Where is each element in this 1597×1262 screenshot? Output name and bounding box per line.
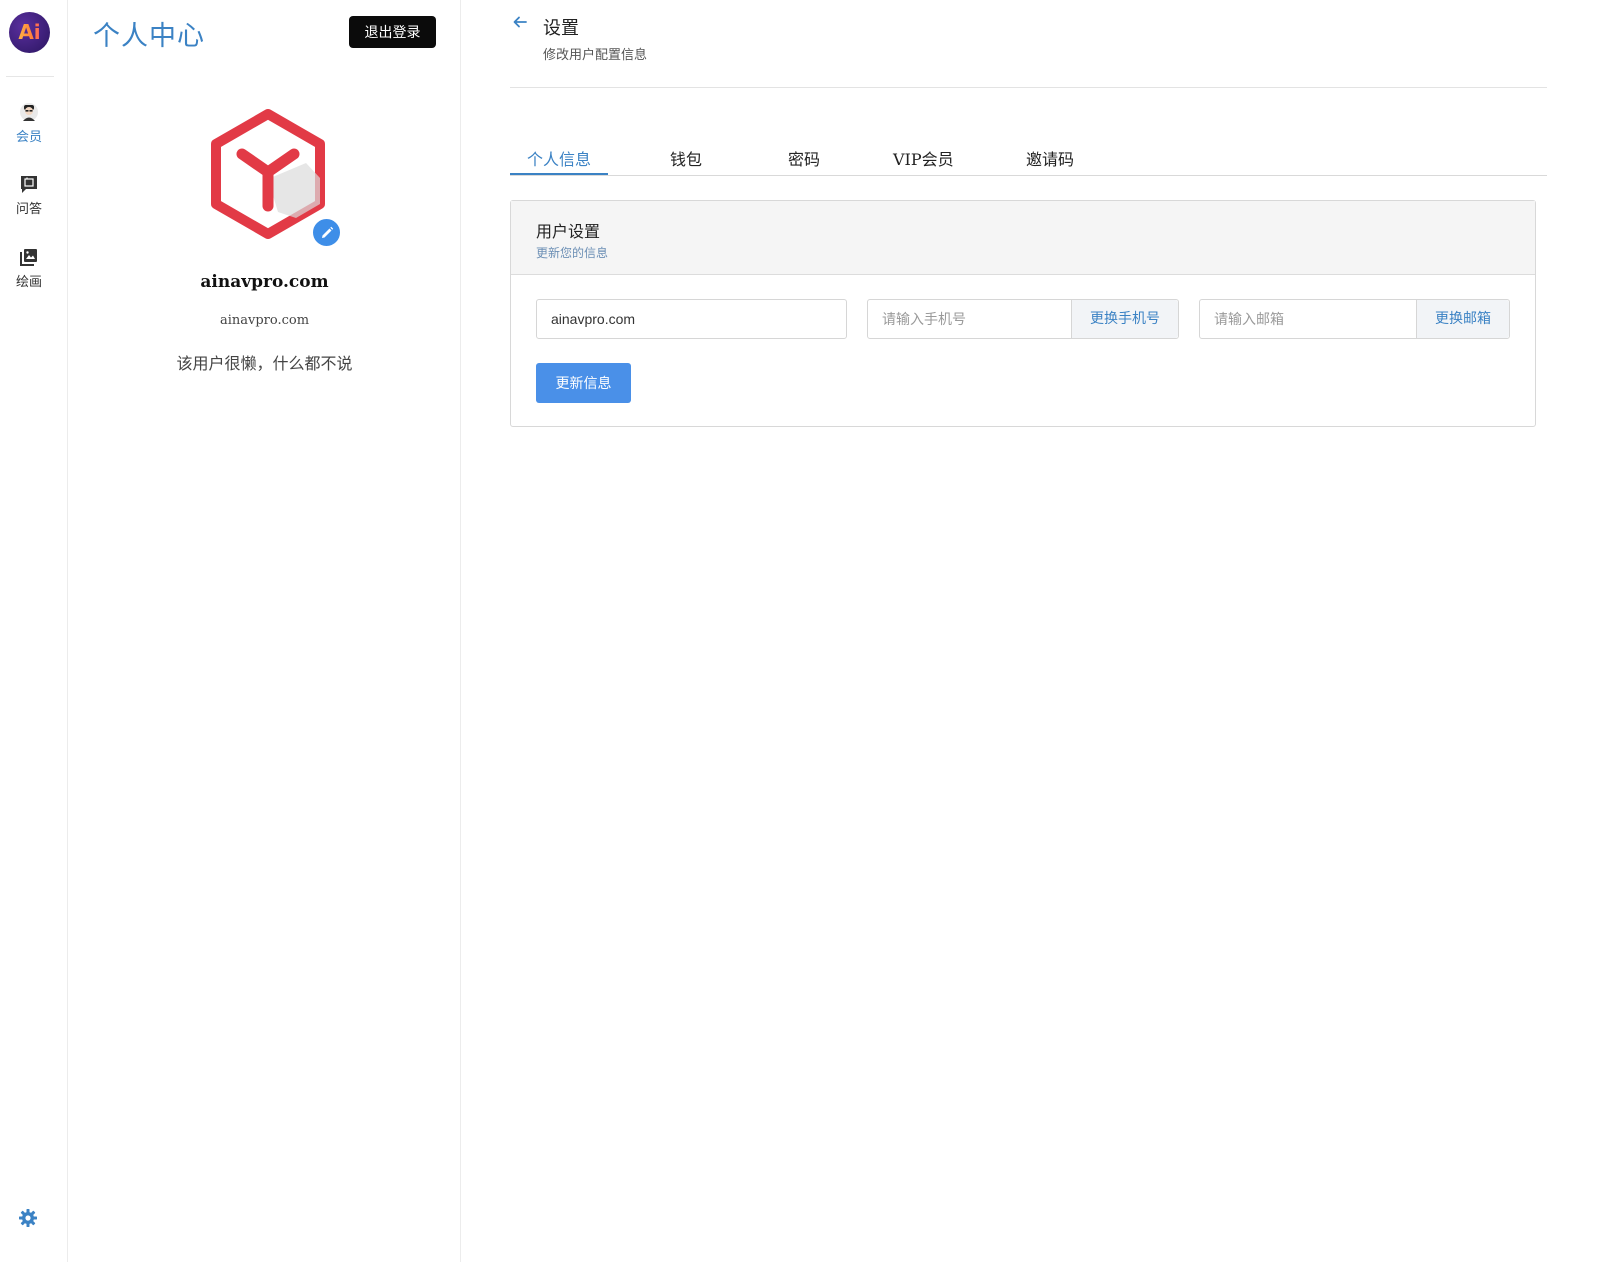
phone-field-group: 更换手机号 [867,299,1179,339]
rail-item-label: 绘画 [15,275,42,290]
active-tab-indicator [510,173,608,175]
tab-personal-info[interactable]: 个人信息 [527,146,591,170]
phone-input[interactable] [868,300,1071,338]
edit-avatar-button[interactable] [311,217,342,248]
rail-item-label: 会员 [15,130,42,145]
header-divider [510,87,1547,88]
page-title: 设置 [543,18,579,39]
email-field-group: 更换邮箱 [1199,299,1510,339]
profile-name: ainavpro.com [200,272,329,292]
member-avatar-icon [20,103,38,121]
update-info-button[interactable]: 更新信息 [536,363,631,403]
app-logo[interactable]: Ai [9,12,50,53]
tab-password[interactable]: 密码 [788,146,820,170]
pencil-icon [322,226,334,238]
settings-tabs: 个人信息 钱包 密码 VIP会员 邀请码 [510,138,1547,176]
profile-panel: 个人中心 退出登录 ainavpro.com ainavpro.com 该用户很… [68,0,461,1262]
tab-invite-code[interactable]: 邀请码 [1026,146,1074,170]
tab-vip[interactable]: VIP会员 [893,146,954,170]
rail-item-member[interactable]: 会员 [0,102,58,145]
gear-icon[interactable] [18,1208,38,1228]
change-phone-button[interactable]: 更换手机号 [1071,300,1178,338]
card-subtitle: 更新您的信息 [536,246,609,260]
image-gallery-icon [20,249,37,266]
y-hexagon-avatar [211,109,325,239]
profile-title: 个人中心 [93,21,205,52]
tab-wallet[interactable]: 钱包 [670,146,702,170]
app-logo-text: Ai [9,12,50,53]
profile-account: ainavpro.com [219,313,310,328]
card-title: 用户设置 [536,222,601,241]
profile-bio: 该用户很懒，什么都不说 [176,354,353,373]
page-subtitle: 修改用户配置信息 [543,48,648,63]
user-settings-card: 用户设置 更新您的信息 更换手机号 更换邮箱 更新信息 [510,200,1536,427]
left-rail: Ai 会员 问答 绘画 [0,0,68,1262]
avatar[interactable] [206,108,330,240]
card-header: 用户设置 更新您的信息 [511,201,1535,275]
chat-question-icon [21,176,37,193]
username-input[interactable] [537,300,846,338]
rail-item-draw[interactable]: 绘画 [0,247,58,290]
username-field [536,299,847,339]
rail-item-qa[interactable]: 问答 [0,174,58,217]
rail-divider [6,76,54,77]
change-email-button[interactable]: 更换邮箱 [1416,300,1509,338]
logout-button[interactable]: 退出登录 [349,16,436,48]
arrow-left-icon[interactable] [512,14,528,30]
rail-item-label: 问答 [15,202,42,217]
email-input[interactable] [1200,300,1416,338]
